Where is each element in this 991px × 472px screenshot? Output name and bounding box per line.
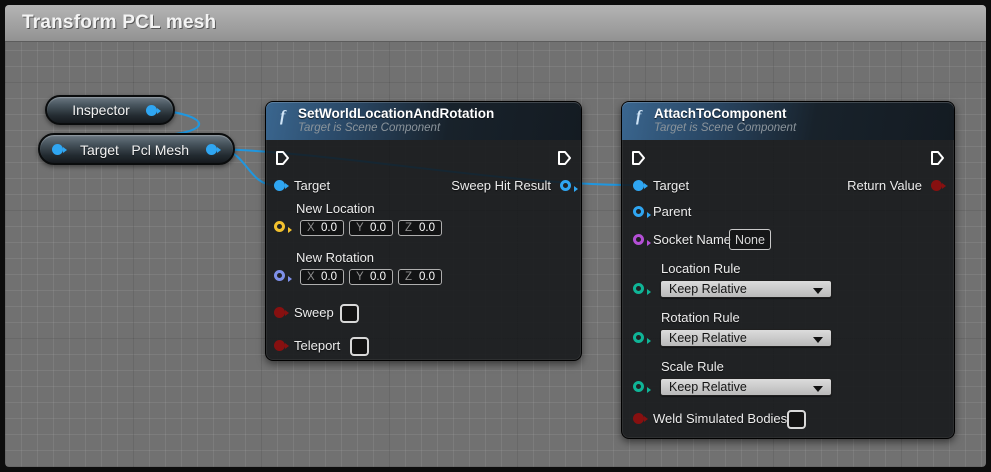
chevron-down-icon [813, 337, 823, 343]
location-x-field[interactable]: X0.0 [300, 220, 344, 236]
exec-in-pin[interactable] [631, 150, 646, 166]
comment-title: Transform PCL mesh [22, 12, 216, 34]
teleport-checkbox[interactable] [350, 337, 369, 356]
node-inspector-label: Inspector [72, 102, 130, 118]
new-rotation-fields: X0.0 Y0.0 Z0.0 [300, 269, 442, 285]
setworld-target-label: Target [294, 178, 330, 194]
location-y-field[interactable]: Y0.0 [349, 220, 393, 236]
teleport-label: Teleport [294, 338, 340, 354]
rotation-rule-pin[interactable] [633, 332, 644, 343]
attach-subtitle: Target is Scene Component [654, 122, 954, 134]
function-icon: f [280, 108, 285, 126]
rotation-z-field[interactable]: Z0.0 [398, 269, 442, 285]
chevron-down-icon [813, 288, 823, 294]
location-rule-dropdown[interactable]: Keep Relative [660, 280, 832, 298]
node-setworldlocationandrotation[interactable]: f SetWorldLocationAndRotation Target is … [265, 101, 582, 361]
return-value-label: Return Value [847, 178, 922, 194]
node-attachtocomponent[interactable]: f AttachToComponent Target is Scene Comp… [621, 101, 955, 439]
rotation-y-field[interactable]: Y0.0 [349, 269, 393, 285]
scale-rule-pin[interactable] [633, 381, 644, 392]
scale-rule-dropdown[interactable]: Keep Relative [660, 378, 832, 396]
return-value-pin[interactable] [931, 180, 942, 191]
rotation-rule-dropdown[interactable]: Keep Relative [660, 329, 832, 347]
exec-out-pin[interactable] [557, 150, 572, 166]
comment-header[interactable]: Transform PCL mesh [5, 5, 986, 42]
parent-pin[interactable] [633, 206, 644, 217]
chevron-down-icon [813, 386, 823, 392]
rotation-rule-label: Rotation Rule [661, 310, 740, 326]
sweep-pin[interactable] [274, 307, 285, 318]
new-rotation-pin[interactable] [274, 270, 285, 281]
setworld-target-pin[interactable] [274, 180, 285, 191]
pclmesh-pin-label: Pcl Mesh [131, 142, 189, 158]
socket-name-field[interactable]: None [729, 229, 771, 250]
node-inspector[interactable]: Inspector [45, 95, 175, 125]
attach-header[interactable]: f AttachToComponent Target is Scene Comp… [622, 102, 954, 140]
parent-label: Parent [653, 204, 691, 220]
setworld-title: SetWorldLocationAndRotation [298, 106, 581, 121]
sweep-hit-result-pin[interactable] [560, 180, 571, 191]
location-z-field[interactable]: Z0.0 [398, 220, 442, 236]
pclmesh-output-pin[interactable] [206, 144, 217, 155]
sweep-hit-result-label: Sweep Hit Result [451, 178, 551, 194]
setworld-header[interactable]: f SetWorldLocationAndRotation Target is … [266, 102, 581, 140]
teleport-pin[interactable] [274, 340, 285, 351]
node-target-pclmesh[interactable]: Target Pcl Mesh [38, 133, 235, 165]
location-rule-label: Location Rule [661, 261, 741, 277]
sweep-label: Sweep [294, 305, 334, 321]
rotation-x-field[interactable]: X0.0 [300, 269, 344, 285]
sweep-checkbox[interactable] [340, 304, 359, 323]
setworld-subtitle: Target is Scene Component [298, 122, 581, 134]
new-location-label: New Location [296, 201, 375, 217]
inspector-output-pin[interactable] [146, 105, 157, 116]
weld-simulated-bodies-label: Weld Simulated Bodies [653, 411, 787, 427]
function-icon: f [636, 108, 641, 126]
new-location-fields: X0.0 Y0.0 Z0.0 [300, 220, 442, 236]
weld-simulated-bodies-pin[interactable] [633, 413, 644, 424]
socket-name-label: Socket Name [653, 232, 731, 248]
socket-name-pin[interactable] [633, 234, 644, 245]
scale-rule-label: Scale Rule [661, 359, 724, 375]
new-location-pin[interactable] [274, 221, 285, 232]
attach-target-label: Target [653, 178, 689, 194]
attach-title: AttachToComponent [654, 106, 954, 121]
exec-in-pin[interactable] [275, 150, 290, 166]
blueprint-graph: Transform PCL mesh Inspector Target Pcl … [0, 0, 991, 472]
weld-simulated-bodies-checkbox[interactable] [787, 410, 806, 429]
exec-out-pin[interactable] [930, 150, 945, 166]
target-pin-label: Target [80, 142, 119, 158]
graph-canvas[interactable]: Transform PCL mesh Inspector Target Pcl … [5, 5, 986, 467]
target-input-pin[interactable] [52, 144, 63, 155]
new-rotation-label: New Rotation [296, 250, 374, 266]
attach-target-pin[interactable] [633, 180, 644, 191]
location-rule-pin[interactable] [633, 283, 644, 294]
